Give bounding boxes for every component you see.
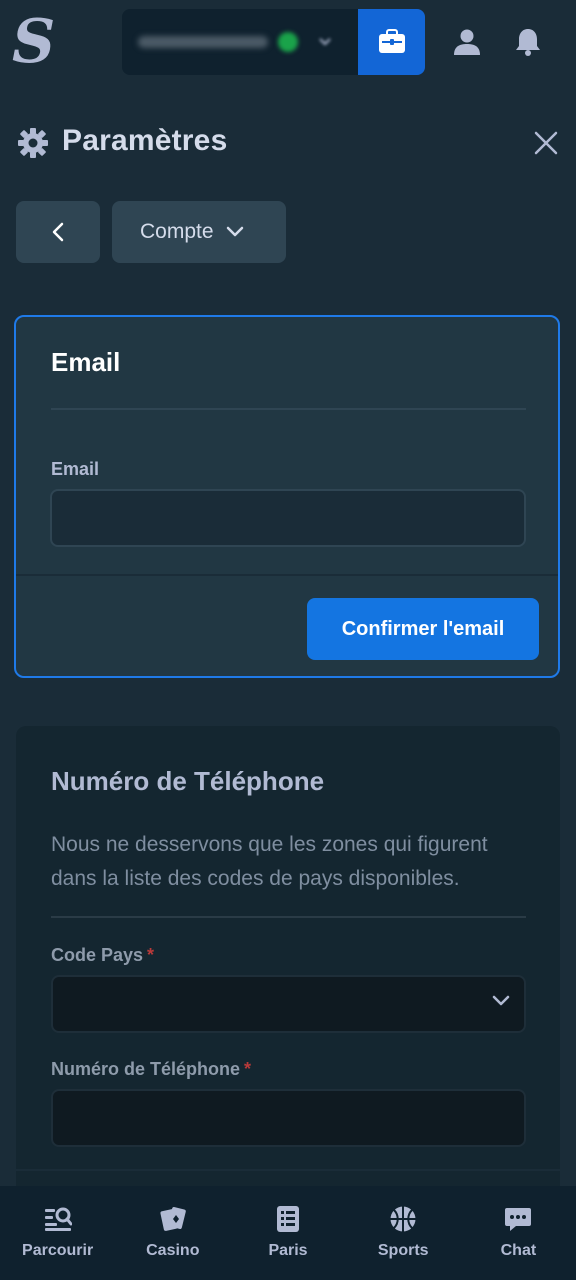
settings-page: S Paramètres Compte Email Email Confirme…: [0, 0, 576, 1280]
wallet-icon: [378, 29, 405, 53]
chevron-down-icon: [492, 995, 510, 1006]
wallet-button[interactable]: [358, 9, 425, 75]
close-icon[interactable]: [533, 130, 559, 156]
profile-button[interactable]: [447, 22, 487, 62]
email-card: Email Email Confirmer l'email: [14, 315, 560, 678]
nav-label: Paris: [268, 1242, 308, 1259]
divider: [16, 1169, 560, 1171]
country-code-label: Code Pays *: [51, 945, 154, 966]
divider: [51, 916, 526, 918]
bottom-nav: Parcourir Casino Paris Sports Chat: [0, 1186, 576, 1280]
email-card-title: Email: [51, 347, 121, 377]
chevron-down-icon: [226, 226, 243, 237]
nav-item-casino[interactable]: Casino: [115, 1186, 230, 1280]
nav-label: Sports: [377, 1242, 429, 1259]
email-field-label: Email: [51, 459, 100, 479]
settings-header: Paramètres: [16, 120, 560, 168]
page-title: Paramètres: [62, 124, 228, 157]
betslip-icon: [277, 1206, 299, 1232]
bell-icon: [516, 29, 540, 56]
balance-selector[interactable]: [122, 9, 358, 75]
user-icon: [454, 29, 480, 55]
gear-icon: [18, 128, 48, 158]
chat-icon: [505, 1208, 532, 1231]
phone-number-label: Numéro de Téléphone *: [51, 1059, 251, 1080]
country-code-select[interactable]: [51, 975, 526, 1033]
back-button[interactable]: [16, 201, 100, 263]
nav-label: Parcourir: [22, 1242, 94, 1259]
phone-card-title: Numéro de Téléphone: [51, 766, 325, 796]
required-mark: *: [244, 1059, 252, 1079]
section-dropdown[interactable]: Compte: [112, 201, 286, 263]
confirm-email-button[interactable]: Confirmer l'email: [307, 598, 539, 660]
nav-label: Chat: [500, 1242, 537, 1259]
phone-card-description: Nous ne desservons que les zones qui fig…: [51, 833, 488, 890]
divider: [51, 408, 526, 410]
nav-item-chat[interactable]: Chat: [461, 1186, 576, 1280]
currency-icon: [278, 32, 298, 52]
phone-number-label-text: Numéro de Téléphone: [51, 1059, 241, 1079]
country-code-label-text: Code Pays: [51, 945, 144, 965]
nav-label: Casino: [146, 1242, 200, 1259]
logo[interactable]: S: [12, 10, 58, 74]
notifications-button[interactable]: [508, 22, 548, 62]
top-bar: S: [0, 0, 576, 84]
cards-icon: [160, 1207, 186, 1231]
nav-item-bets[interactable]: Paris: [230, 1186, 345, 1280]
chevron-left-icon: [52, 222, 64, 242]
required-mark: *: [147, 945, 155, 965]
email-field[interactable]: [50, 489, 526, 547]
balance-amount-hidden: [138, 36, 268, 48]
chevron-down-icon: [319, 38, 331, 46]
section-dropdown-label: Compte: [140, 220, 214, 243]
divider: [16, 574, 558, 576]
basketball-icon: [390, 1206, 416, 1232]
phone-number-field[interactable]: [51, 1089, 526, 1147]
nav-item-browse[interactable]: Parcourir: [0, 1186, 115, 1280]
nav-item-sports[interactable]: Sports: [346, 1186, 461, 1280]
browse-icon: [44, 1207, 72, 1231]
